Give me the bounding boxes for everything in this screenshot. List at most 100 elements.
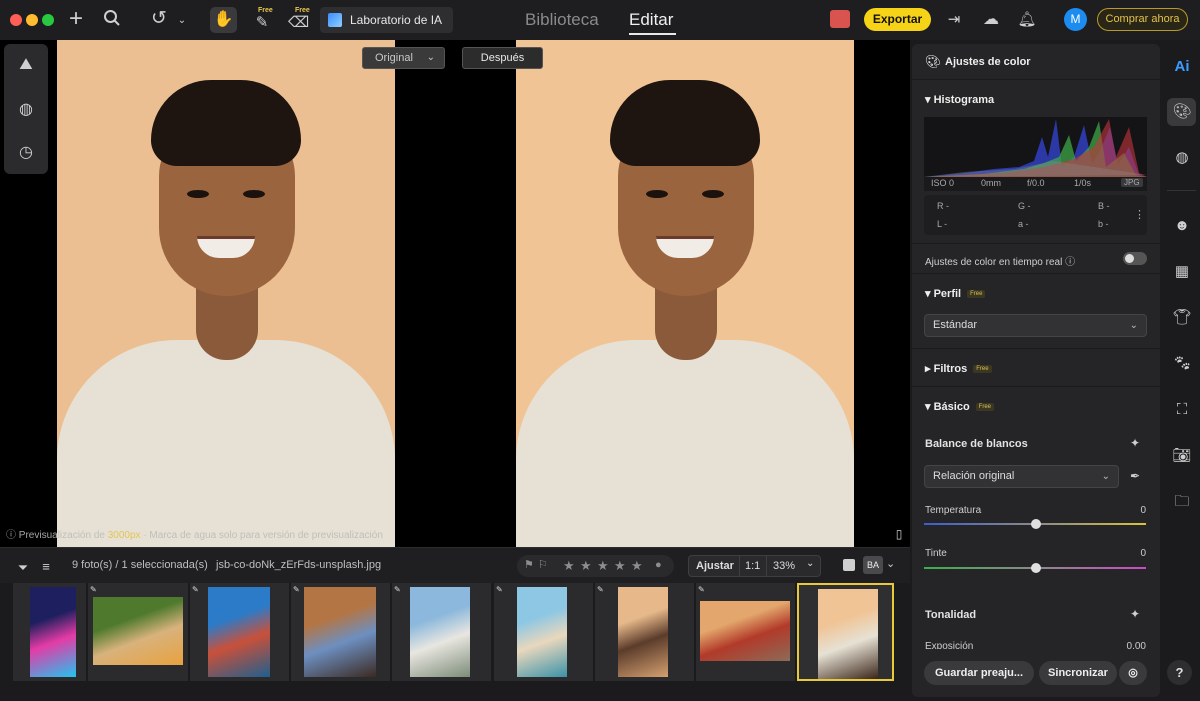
search-icon[interactable] — [102, 9, 122, 32]
ai-assistant-icon[interactable]: Ai — [1168, 53, 1196, 81]
preview-prefix: Previsualización de — [18, 530, 105, 541]
thumbnail-sunset-rocks[interactable]: ✎ — [595, 583, 694, 681]
profile-select[interactable]: Estándar ⌄ — [924, 314, 1147, 337]
flag-icon[interactable]: ⚑ — [524, 558, 534, 571]
thumbnail-puppies[interactable]: ✎ — [88, 583, 188, 681]
caret-right-icon: ▸ — [925, 363, 931, 375]
fit-button[interactable]: Ajustar — [696, 560, 734, 572]
crop-icon[interactable]: ⛶ — [1168, 396, 1196, 424]
realtime-label: Ajustes de color en tiempo real — [925, 257, 1063, 268]
thumbnail-neon-sign[interactable] — [13, 583, 86, 681]
basic-header[interactable]: ▾ Básico Free — [925, 400, 995, 413]
free-tag: Free — [295, 7, 310, 14]
white-balance-select[interactable]: Relación original ⌄ — [924, 465, 1119, 488]
temperature-slider-handle[interactable] — [1031, 519, 1041, 529]
histogram-header[interactable]: ▾ Histograma — [925, 93, 994, 106]
shutter-value: 1/0s — [1074, 178, 1092, 188]
close-window-button[interactable] — [10, 14, 22, 26]
format-badge: JPG — [1121, 178, 1143, 187]
chevron-down-icon[interactable]: ⌄ — [176, 11, 188, 31]
retouch-brush-icon[interactable]: ✎ — [252, 13, 272, 33]
star-icon[interactable]: ★ — [563, 558, 575, 574]
export-button[interactable]: Exportar — [864, 8, 931, 31]
eyedropper-icon[interactable]: ✒ — [1130, 469, 1140, 483]
filter-icon[interactable]: ⏷ — [16, 558, 30, 578]
more-icon[interactable]: ⋮ — [1134, 208, 1145, 221]
free-badge: Free — [973, 365, 992, 374]
thumbnail-image — [517, 587, 567, 677]
thumbnail-hot-air-balloon[interactable]: ✎ — [696, 583, 795, 681]
tint-slider-handle[interactable] — [1031, 563, 1041, 573]
ratio-1-1-button[interactable]: 1:1 — [745, 560, 760, 572]
magic-wand-icon[interactable]: ✦ — [1130, 607, 1140, 621]
texture-icon[interactable]: ◍ — [4, 99, 48, 119]
folder-icon[interactable]: 🗀 — [1168, 488, 1196, 516]
star-icon[interactable]: ★ — [631, 558, 643, 574]
thumbnail-old-street[interactable]: ✎ — [291, 583, 390, 681]
avatar[interactable]: M — [1064, 8, 1087, 31]
clothing-icon[interactable]: 👕︎ — [1168, 304, 1196, 332]
compare-after-label[interactable]: Después — [462, 47, 543, 69]
star-icon[interactable]: ★ — [597, 558, 609, 574]
help-circle-icon[interactable]: ⓘ — [1065, 257, 1075, 268]
hand-tool-button[interactable]: ✋ — [210, 7, 237, 33]
sort-icon[interactable]: ≡ — [38, 557, 54, 577]
zoom-window-button[interactable] — [42, 14, 54, 26]
filters-header[interactable]: ▸ Filtros Free — [925, 362, 992, 375]
sync-button[interactable]: Sincronizar — [1039, 661, 1117, 685]
sync-settings-icon[interactable]: ◎ — [1119, 661, 1147, 685]
caret-down-icon: ▾ — [925, 401, 931, 413]
exposure-value: 0.00 — [1126, 641, 1146, 649]
import-icon[interactable]: ⇥ — [944, 10, 964, 30]
thumbnail-image — [30, 587, 76, 677]
gift-icon[interactable] — [830, 10, 850, 28]
free-badge: Free — [975, 403, 995, 412]
undo-icon[interactable]: ↺ — [148, 9, 170, 29]
cloud-icon[interactable]: ☁ — [980, 10, 1002, 30]
compare-original-select[interactable]: Original ⌄ — [362, 47, 445, 69]
photo-after — [516, 40, 854, 547]
history-icon[interactable]: ◷ — [4, 142, 48, 162]
divider — [912, 273, 1160, 274]
b-readout: B - — [1098, 201, 1110, 211]
face-icon[interactable]: ☻ — [1168, 212, 1196, 240]
tab-edit[interactable]: Editar — [629, 10, 673, 30]
chevron-down-icon: ⌄ — [1101, 471, 1110, 482]
star-icon[interactable]: ★ — [614, 558, 626, 574]
texture-icon[interactable]: ◍ — [1168, 144, 1196, 172]
edited-icon: ✎ — [698, 585, 705, 594]
ai-lab-button[interactable]: Laboratorio de IA — [320, 7, 453, 33]
add-icon[interactable]: + — [66, 7, 86, 31]
camera-icon[interactable]: 📷︎ — [1168, 442, 1196, 470]
single-view-icon[interactable] — [843, 559, 855, 571]
bell-icon[interactable]: 🔔︎ — [1017, 10, 1037, 30]
thumbnail-beach-crowd[interactable]: ✎ — [494, 583, 593, 681]
palette-icon[interactable]: 🎨︎ — [1168, 98, 1196, 126]
thumbnail-city-skyline[interactable]: ✎ — [392, 583, 491, 681]
realtime-toggle[interactable] — [1123, 252, 1147, 265]
tab-library[interactable]: Biblioteca — [525, 10, 599, 30]
focal-value: 0mm — [981, 178, 1001, 188]
save-preset-button[interactable]: Guardar preaju... — [924, 661, 1034, 685]
landscape-adjust-icon[interactable]: ⛰ — [4, 56, 48, 74]
buy-now-button[interactable]: Comprar ahora — [1097, 8, 1188, 31]
magic-wand-icon[interactable]: ✦ — [1130, 436, 1140, 450]
pet-icon[interactable]: 🐾︎ — [1168, 350, 1196, 378]
star-icon[interactable]: ★ — [580, 558, 592, 574]
color-label-icon[interactable]: ● — [655, 559, 662, 571]
thumbnail-waterfront-city[interactable]: ✎ — [190, 583, 289, 681]
divider — [912, 348, 1160, 349]
chevron-down-icon[interactable]: ⌄ — [886, 557, 895, 570]
a-readout: a - — [1018, 219, 1029, 229]
help-button[interactable]: ? — [1167, 660, 1192, 685]
background-icon[interactable]: ▦ — [1168, 258, 1196, 286]
minimize-window-button[interactable] — [26, 14, 38, 26]
preview-size: 3000px — [107, 530, 141, 541]
reject-flag-icon[interactable]: ⚐ — [538, 558, 548, 571]
zoom-select[interactable]: 33% — [773, 560, 795, 572]
profile-header[interactable]: ▾ Perfil Free — [925, 287, 986, 300]
book-icon[interactable]: ▯ — [892, 524, 906, 544]
eraser-icon[interactable]: ⌫ — [288, 13, 309, 33]
thumbnail-portrait[interactable] — [797, 583, 894, 681]
before-after-view-icon[interactable]: BA — [863, 556, 883, 574]
